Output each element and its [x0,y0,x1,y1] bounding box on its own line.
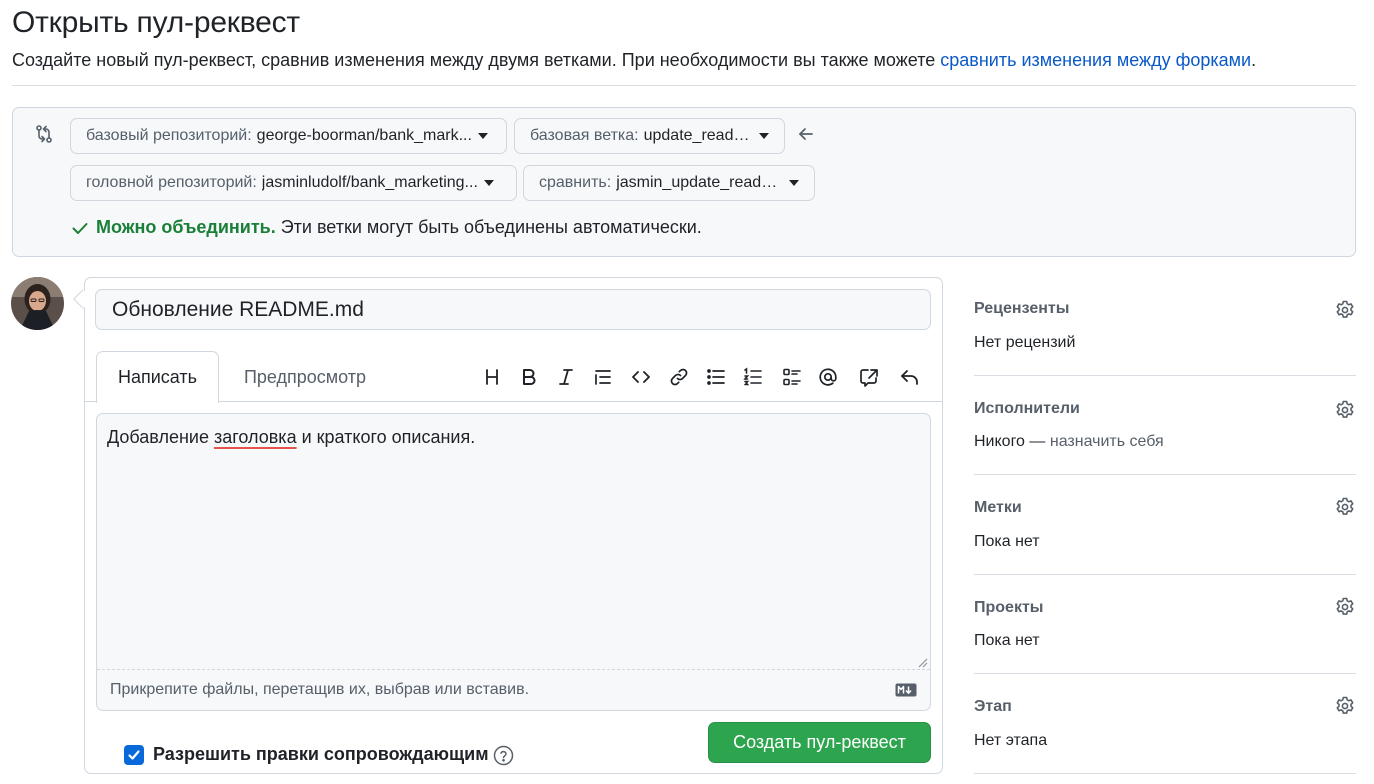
base-repository-select[interactable]: базовый репозиторий: george-boorman/bank… [70,118,507,154]
labels-heading[interactable]: Метки [974,499,1022,517]
milestone-gear-icon[interactable] [1334,695,1356,717]
head-repository-select[interactable]: головной репозиторий: jasminludolf/bank_… [70,165,517,201]
heading-icon[interactable] [479,364,505,390]
compare-branch-select[interactable]: сравнить: jasmin_update_readme [523,165,815,201]
reviewers-value: Нет рецензий [974,334,1076,351]
link-icon[interactable] [666,364,692,390]
base-repository-value: george-boorman/bank_mark... [256,127,472,144]
reviewers-heading[interactable]: Рецензенты [974,300,1069,318]
projects-gear-icon[interactable] [1334,596,1356,618]
sidebar-divider [974,474,1356,475]
allow-maintainer-edits-checkbox[interactable] [124,745,144,765]
base-branch-label: базовая ветка: [530,127,639,144]
assignees-heading[interactable]: Исполнители [974,400,1080,418]
pr-body-textarea[interactable] [96,413,931,711]
attach-files-hint[interactable]: Прикрепите файлы, перетащив их, выбрав и… [110,681,529,699]
subtitle-end: . [1251,50,1257,70]
attach-divider [97,669,930,670]
head-repository-value: jasminludolf/bank_marketing... [261,174,478,191]
labels-value: Пока нет [974,533,1040,550]
arrow-left-icon [796,124,816,144]
merge-ok-label: Можно объединить. [96,217,276,237]
projects-heading[interactable]: Проекты [974,599,1043,617]
sidebar-divider [974,574,1356,575]
caret-down-icon [477,133,488,139]
question-icon[interactable] [493,745,514,766]
pr-title-input[interactable] [95,289,931,330]
assign-yourself-link[interactable]: назначить себя [1050,433,1164,450]
sidebar-divider [974,375,1356,376]
body-text-part: Добавление [107,427,214,447]
task-list-icon[interactable] [779,364,805,390]
tab-write[interactable]: Написать [96,351,219,403]
milestone-heading[interactable]: Этап [974,698,1012,716]
avatar[interactable] [11,277,64,330]
check-icon [72,222,88,234]
allow-maintainer-edits-label[interactable]: Разрешить правки сопровождающим [153,744,489,765]
labels-gear-icon[interactable] [1334,496,1356,518]
create-pull-request-button[interactable]: Создать пул-реквест [708,722,931,763]
assignees-none: Никого — [974,433,1046,450]
pr-body-text[interactable]: Добавление заголовка и краткого описания… [107,427,475,448]
caret-down-icon [483,180,494,186]
sidebar-divider [974,773,1356,774]
check-icon [128,750,140,760]
git-compare-icon [34,124,54,144]
mention-icon[interactable] [815,364,841,390]
quote-icon[interactable] [590,364,616,390]
bold-icon[interactable] [516,364,542,390]
resize-handle-icon[interactable] [916,656,928,668]
page-title: Открыть пул-реквест [12,6,300,39]
projects-value: Пока нет [974,632,1040,649]
undo-icon[interactable] [897,364,923,390]
italic-icon[interactable] [553,364,579,390]
subtitle-text: Создайте новый пул-реквест, сравнив изме… [12,50,941,70]
spellcheck-word: заголовка [213,427,297,447]
markdown-icon [895,683,917,697]
page-subtitle: Создайте новый пул-реквест, сравнив изме… [12,50,1256,71]
compare-branch-label: сравнить: [539,174,612,191]
header-divider [12,85,1356,86]
compare-forks-link[interactable]: сравнить изменения между форками [940,50,1251,70]
code-icon[interactable] [628,364,654,390]
compare-branch-value: jasmin_update_readme [616,174,783,191]
assignees-value: Никого — назначить себя [974,433,1164,451]
assignees-gear-icon[interactable] [1334,399,1356,421]
milestone-value: Нет этапа [974,732,1048,749]
merge-status-text: Эти ветки могут быть объединены автомати… [280,217,702,237]
body-text-part: и краткого описания. [296,427,476,447]
base-branch-select[interactable]: базовая ветка: update_readme [514,118,785,154]
caret-down-icon [789,180,799,186]
reference-icon[interactable] [856,364,882,390]
merge-status: Можно объединить. Эти ветки могут быть о… [70,217,702,238]
head-repository-label: головной репозиторий: [86,174,257,191]
sidebar-divider [974,673,1356,674]
ordered-list-icon[interactable] [740,364,766,390]
caret-down-icon [759,133,769,139]
reviewers-gear-icon[interactable] [1334,299,1356,321]
unordered-list-icon[interactable] [703,364,729,390]
base-repository-label: базовый репозиторий: [86,127,252,144]
tab-preview[interactable]: Предпросмотр [222,351,388,403]
base-branch-value: update_readme [643,127,753,144]
